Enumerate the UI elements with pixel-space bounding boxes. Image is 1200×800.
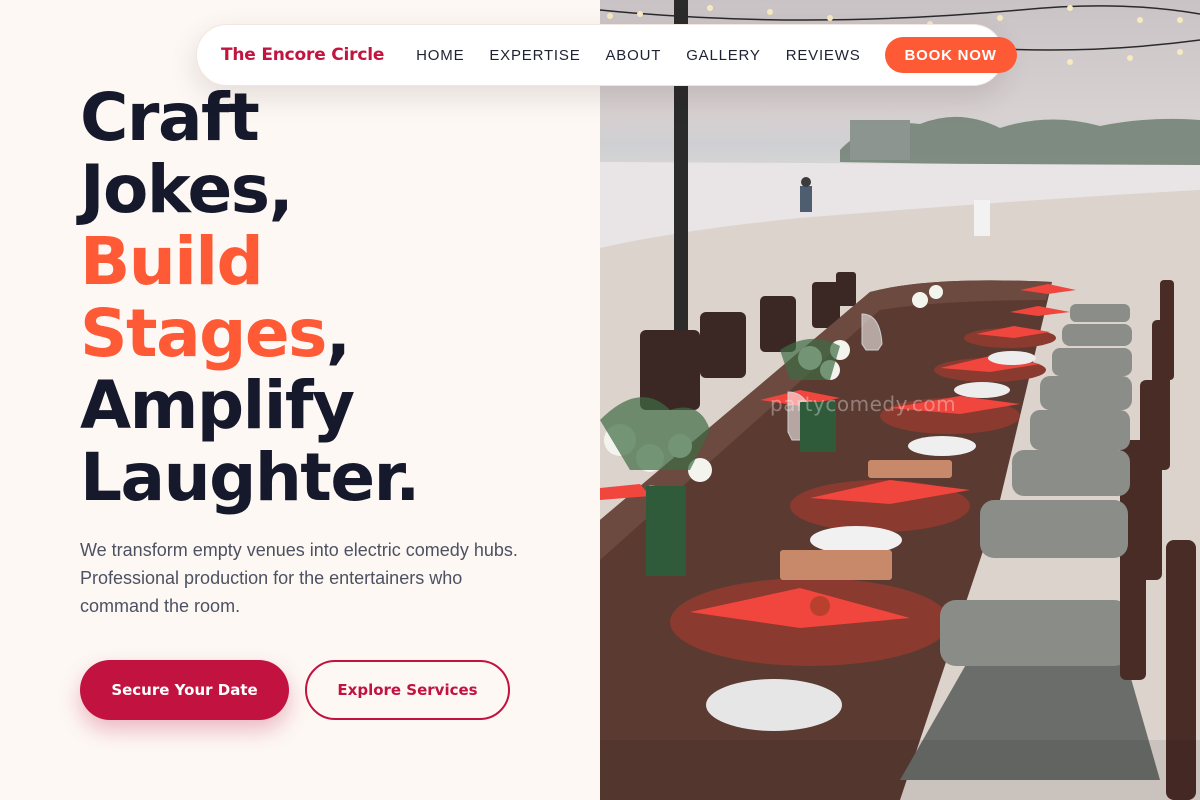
image-watermark: partycomedy.com [770, 392, 957, 416]
nav-link-reviews[interactable]: REVIEWS [786, 47, 861, 64]
headline-line-amplify: Amplify [80, 367, 355, 444]
headline-line-laughter: Laughter. [80, 439, 420, 516]
nav-link-gallery[interactable]: GALLERY [686, 47, 761, 64]
brand-logo[interactable]: The Encore Circle [221, 45, 384, 65]
hero-description: We transform empty venues into electric … [80, 540, 518, 616]
nav-link-home[interactable]: HOME [416, 47, 464, 64]
nav-link-about[interactable]: ABOUT [606, 47, 662, 64]
hero-headline: Craft Jokes, Build Stages, Amplify Laugh… [80, 79, 420, 516]
top-navigation: The Encore Circle HOME EXPERTISE ABOUT G… [196, 24, 1017, 86]
headline-line-stages: Stages, [80, 298, 419, 370]
book-now-button[interactable]: BOOK NOW [884, 37, 1017, 73]
headline-line-build: Build [80, 223, 264, 300]
secure-your-date-button[interactable]: Secure Your Date [80, 660, 289, 720]
hero-image: partycomedy.com [600, 0, 1200, 800]
headline-line-jokes: Jokes, [80, 151, 294, 228]
nav-link-expertise[interactable]: EXPERTISE [489, 47, 580, 64]
headline-line-craft: Craft [80, 79, 260, 156]
headline-stages-comma: , [325, 295, 351, 372]
nav-links: HOME EXPERTISE ABOUT GALLERY REVIEWS [416, 47, 885, 64]
explore-services-button[interactable]: Explore Services [305, 660, 510, 720]
headline-stages-accent: Stages [80, 295, 327, 372]
